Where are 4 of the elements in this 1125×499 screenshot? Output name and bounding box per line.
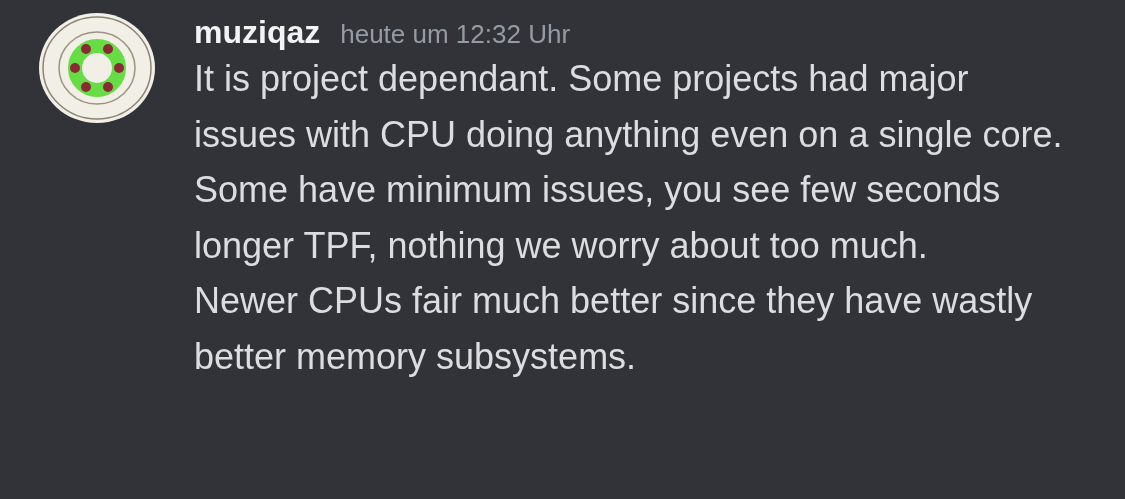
message-text: Newer CPUs fair much better since they have wastly better memory subsystems.	[194, 279, 1034, 379]
timestamp: heute um 12:32 Uhr	[340, 19, 571, 50]
message-text: It is project dependant. Some projects had major issues with CPU doing anything even on a single core. Some have minimum issues, you see few seconds longer TPF, nothing we worry about too much.	[194, 57, 1064, 268]
author-name[interactable]: muziqaz	[194, 14, 321, 51]
